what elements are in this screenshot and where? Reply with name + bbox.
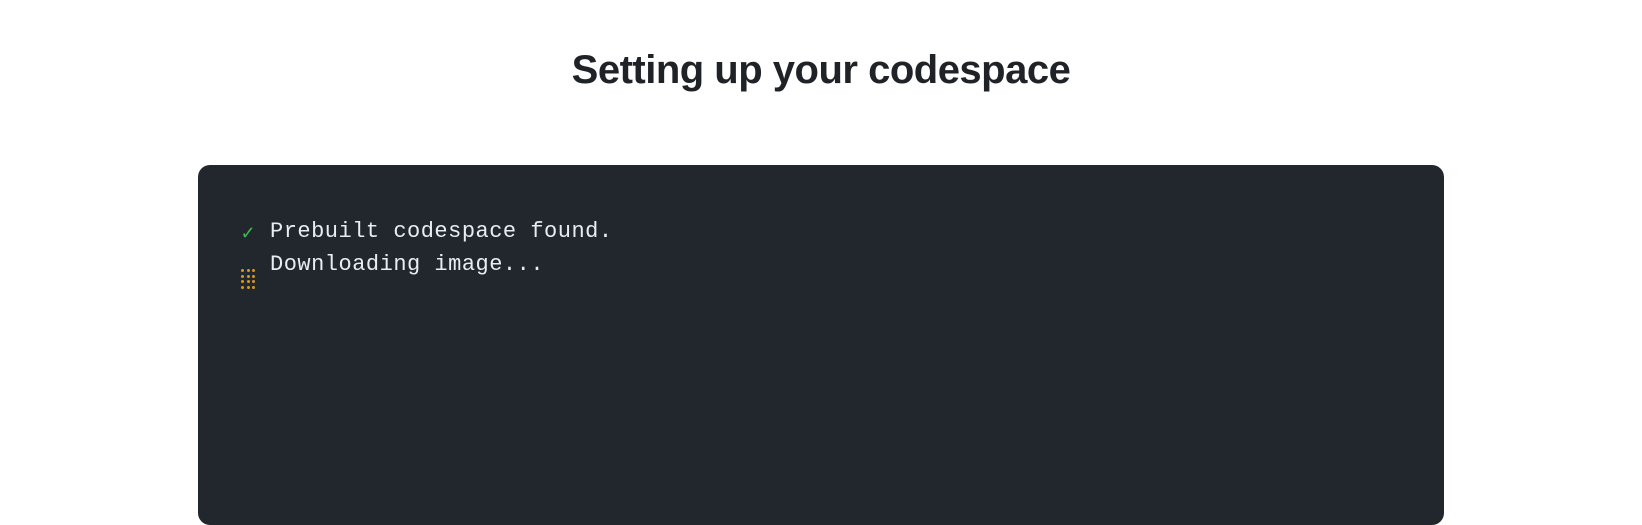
log-text: Downloading image... bbox=[270, 248, 544, 281]
spinner-icon bbox=[240, 267, 256, 287]
log-line: Downloading image... bbox=[240, 248, 1402, 287]
log-line: ✓ Prebuilt codespace found. bbox=[240, 215, 1402, 248]
checkmark-icon: ✓ bbox=[240, 224, 256, 242]
page-title: Setting up your codespace bbox=[572, 48, 1071, 93]
terminal-output: ✓ Prebuilt codespace found. Downloading … bbox=[198, 165, 1444, 525]
log-text: Prebuilt codespace found. bbox=[270, 215, 613, 248]
